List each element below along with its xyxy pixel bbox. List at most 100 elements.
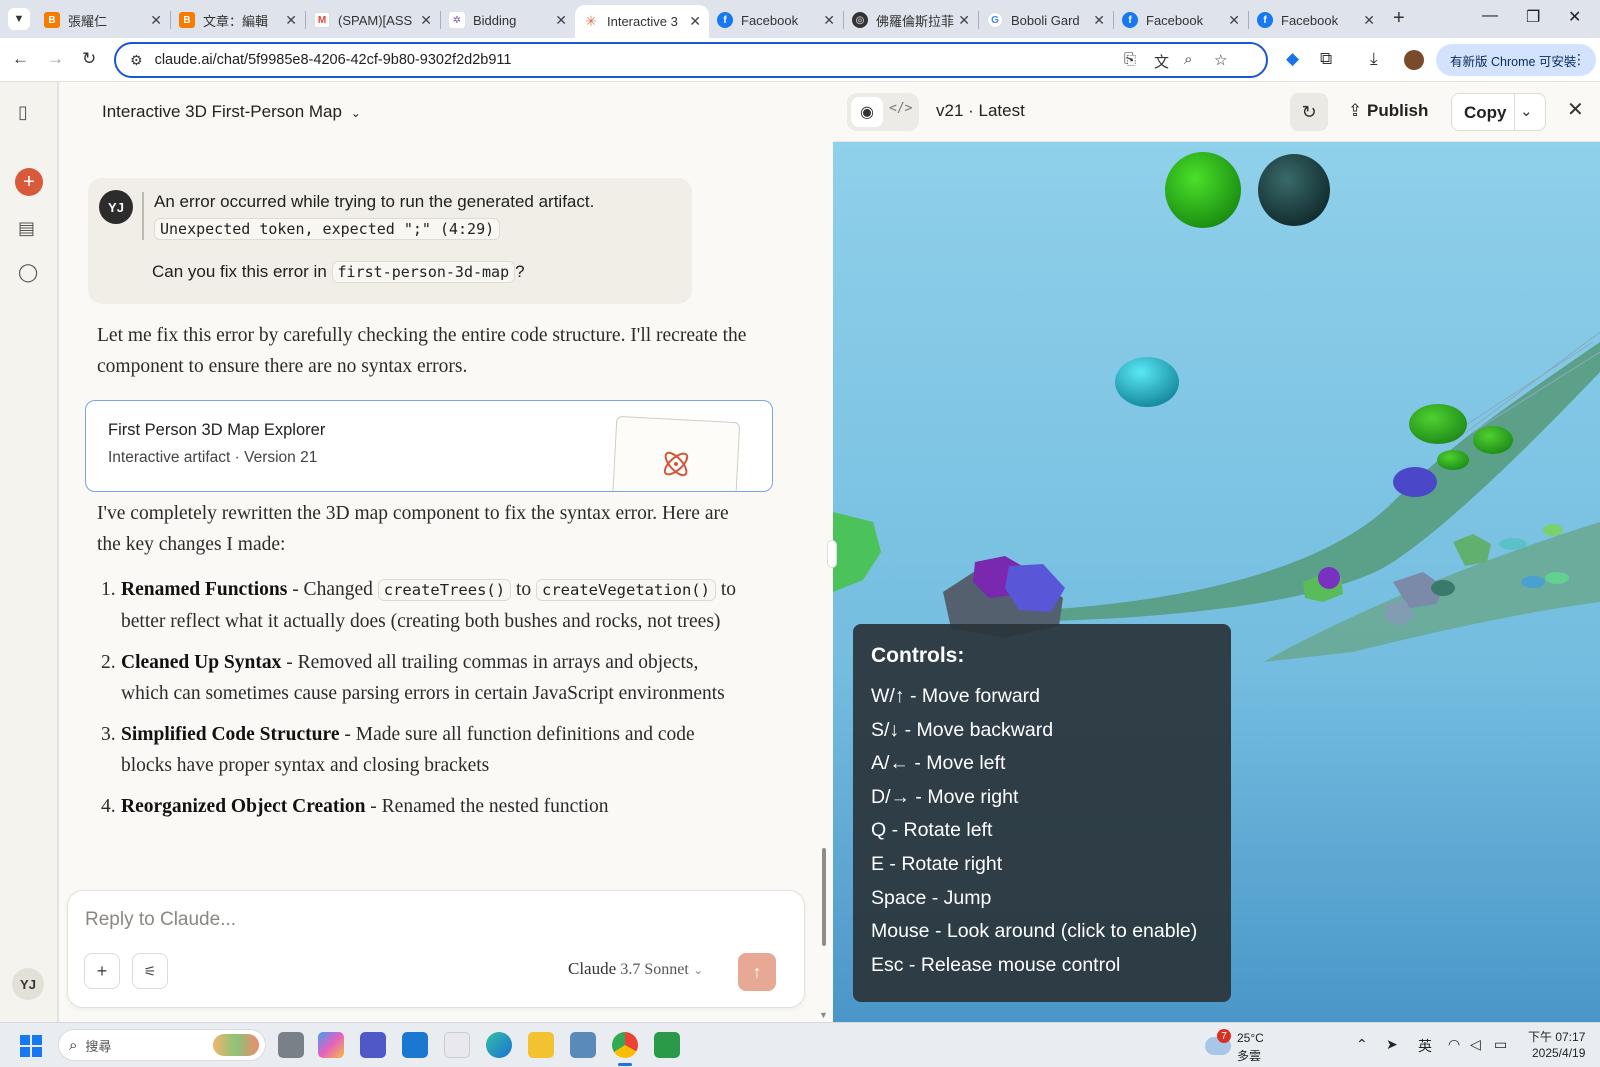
store-icon[interactable] xyxy=(444,1032,470,1058)
browser-tab[interactable]: ◎ 佛羅倫斯拉菲 ✕ xyxy=(844,5,978,35)
extension-shield-icon[interactable]: ◆ xyxy=(1286,49,1299,69)
new-tab-plus-icon[interactable]: + xyxy=(1393,7,1405,38)
chat-icon[interactable]: ◯ xyxy=(18,262,38,283)
close-icon[interactable]: ✕ xyxy=(1567,97,1584,122)
tab-close-icon[interactable]: ✕ xyxy=(689,13,701,30)
user-avatar[interactable]: YJ xyxy=(12,968,44,1000)
clock-time: 下午 07:17 xyxy=(1528,1030,1586,1044)
chevron-down-icon[interactable]: ⌄ xyxy=(1520,102,1533,120)
scroll-down-arrow-icon[interactable]: ▼ xyxy=(819,1010,828,1020)
windows-taskbar: ⌕ 搜尋 7 25°C 多雲 ⌃ ➤ 英 ◠ ◁ ▭ 下午 07:17 2025… xyxy=(0,1022,1600,1067)
list-item-title: Renamed Functions xyxy=(121,579,288,600)
browser-tab[interactable]: B 文章：編輯 ✕ xyxy=(171,5,305,35)
claude-icon: ✳ xyxy=(583,13,599,30)
tools-sliders-icon[interactable]: ⚟ xyxy=(132,953,168,989)
tab-close-icon[interactable]: ✕ xyxy=(555,12,567,29)
mail-icon[interactable] xyxy=(402,1032,428,1058)
tab-close-icon[interactable]: ✕ xyxy=(1228,12,1240,29)
wifi-icon[interactable]: ◠ xyxy=(1448,1036,1460,1053)
send-arrow-up-icon[interactable]: ↑ xyxy=(738,953,776,991)
file-explorer-icon[interactable] xyxy=(528,1032,554,1058)
bush-cyan xyxy=(1115,357,1179,407)
browser-tab[interactable]: B 張耀仁 ✕ xyxy=(36,5,170,35)
excel-icon[interactable] xyxy=(654,1032,680,1058)
tab-close-icon[interactable]: ✕ xyxy=(285,12,297,29)
browser-tab[interactable]: f Facebook ✕ xyxy=(709,5,843,35)
taskbar-search[interactable]: ⌕ 搜尋 xyxy=(58,1029,266,1061)
browser-tab[interactable]: G Boboli Gard ✕ xyxy=(979,5,1113,35)
extensions-puzzle-icon[interactable]: ⧉ xyxy=(1320,49,1332,69)
browser-tab-active[interactable]: ✳ Interactive 3 ✕ xyxy=(575,5,709,38)
active-app-indicator xyxy=(618,1063,632,1066)
site-settings-icon[interactable]: ⚙ xyxy=(130,52,143,69)
system-clock[interactable]: 下午 07:17 2025/4/19 xyxy=(1528,1029,1585,1061)
chat-title-button[interactable]: Interactive 3D First-Person Map ⌄ xyxy=(102,102,361,122)
back-arrow-icon[interactable]: ← xyxy=(12,49,29,69)
chrome-update-button[interactable]: 有新版 Chrome 可安裝 ⋮ xyxy=(1436,44,1596,76)
ask-suffix: ? xyxy=(515,262,525,281)
location-arrow-icon[interactable]: ➤ xyxy=(1386,1036,1398,1053)
tab-title: Facebook xyxy=(741,12,799,28)
refresh-icon[interactable]: ↻ xyxy=(1290,93,1328,131)
copy-button[interactable]: Copy ⌄ xyxy=(1451,93,1546,131)
battery-icon[interactable]: ▭ xyxy=(1494,1036,1507,1053)
google-icon: G xyxy=(987,12,1003,28)
version-label[interactable]: v21 · Latest xyxy=(936,101,1025,121)
reply-input[interactable]: Reply to Claude... xyxy=(85,909,236,931)
browser-tab[interactable]: f Facebook ✕ xyxy=(1249,5,1383,35)
browser-tab[interactable]: ✲ Bidding ✕ xyxy=(441,5,575,35)
error-quote: An error occurred while trying to run th… xyxy=(142,192,594,240)
menu-dots-icon[interactable]: ⋮ xyxy=(1572,51,1586,68)
panel-resize-handle[interactable] xyxy=(827,540,837,568)
publish-button[interactable]: ⇪ Publish xyxy=(1348,101,1428,121)
weather-temp: 25°C xyxy=(1237,1031,1264,1045)
bush-green xyxy=(1437,450,1469,470)
artifact-panel-header: ◉ </> v21 · Latest ↻ ⇪ Publish Copy ⌄ ✕ xyxy=(833,82,1600,142)
tab-close-icon[interactable]: ✕ xyxy=(420,12,432,29)
weather-desc: 多雲 xyxy=(1237,1049,1262,1063)
tab-list-chevron-down-icon[interactable]: ▼ xyxy=(8,8,30,30)
site-icon: ◎ xyxy=(852,12,868,28)
edge-icon[interactable] xyxy=(486,1032,512,1058)
code-icon[interactable]: </> xyxy=(889,101,912,116)
browser-tab[interactable]: M (SPAM)[ASS ✕ xyxy=(306,5,440,35)
forward-arrow-icon[interactable]: → xyxy=(47,49,64,69)
install-app-icon[interactable]: ⎘ xyxy=(1124,51,1136,68)
browser-tab[interactable]: f Facebook ✕ xyxy=(1114,5,1248,35)
artifact-card[interactable]: First Person 3D Map Explorer Interactive… xyxy=(85,400,773,492)
translate-icon[interactable]: 文 xyxy=(1154,51,1169,72)
download-icon[interactable]: ⤓ xyxy=(1370,49,1378,69)
minimize-icon[interactable]: — xyxy=(1482,7,1498,25)
eye-icon[interactable]: ◉ xyxy=(851,97,883,127)
zoom-icon[interactable]: ⌕ xyxy=(1184,51,1192,68)
model-selector[interactable]: Claude 3.7 Sonnet ⌄ xyxy=(568,959,703,979)
speaker-icon[interactable]: ◁ xyxy=(1470,1036,1481,1053)
tab-close-icon[interactable]: ✕ xyxy=(958,12,970,29)
bookmark-star-icon[interactable]: ☆ xyxy=(1214,51,1227,69)
task-view-icon[interactable] xyxy=(278,1032,304,1058)
chrome-icon[interactable] xyxy=(612,1032,638,1058)
close-window-icon[interactable]: ✕ xyxy=(1568,7,1581,27)
profile-avatar[interactable] xyxy=(1404,50,1424,70)
chat-scrollbar[interactable] xyxy=(822,848,826,946)
reload-icon[interactable]: ↻ xyxy=(82,49,96,69)
omnibox[interactable]: ⚙ claude.ai/chat/5f9985e8-4206-42cf-9b80… xyxy=(114,42,1268,78)
sidebar-icon[interactable]: ▯ xyxy=(18,102,28,123)
photos-icon[interactable] xyxy=(570,1032,596,1058)
attach-plus-icon[interactable]: + xyxy=(84,953,120,989)
tab-close-icon[interactable]: ✕ xyxy=(150,12,162,29)
new-chat-plus-icon[interactable]: + xyxy=(15,168,43,196)
chevron-down-icon: ⌄ xyxy=(693,963,704,977)
tab-close-icon[interactable]: ✕ xyxy=(1363,12,1375,29)
ime-indicator[interactable]: 英 xyxy=(1418,1036,1432,1056)
tab-close-icon[interactable]: ✕ xyxy=(823,12,835,29)
copilot-icon[interactable] xyxy=(318,1032,344,1058)
chevron-up-icon[interactable]: ⌃ xyxy=(1356,1036,1368,1053)
reply-box[interactable]: Reply to Claude... + ⚟ Claude 3.7 Sonnet… xyxy=(67,890,805,1008)
tab-close-icon[interactable]: ✕ xyxy=(1093,12,1105,29)
teams-icon[interactable] xyxy=(360,1032,386,1058)
restore-icon[interactable]: ❐ xyxy=(1526,7,1540,27)
windows-start-icon[interactable] xyxy=(20,1035,42,1057)
stack-icon[interactable]: ▤ xyxy=(18,218,35,239)
url-text[interactable]: claude.ai/chat/5f9985e8-4206-42cf-9b80-9… xyxy=(155,52,512,68)
